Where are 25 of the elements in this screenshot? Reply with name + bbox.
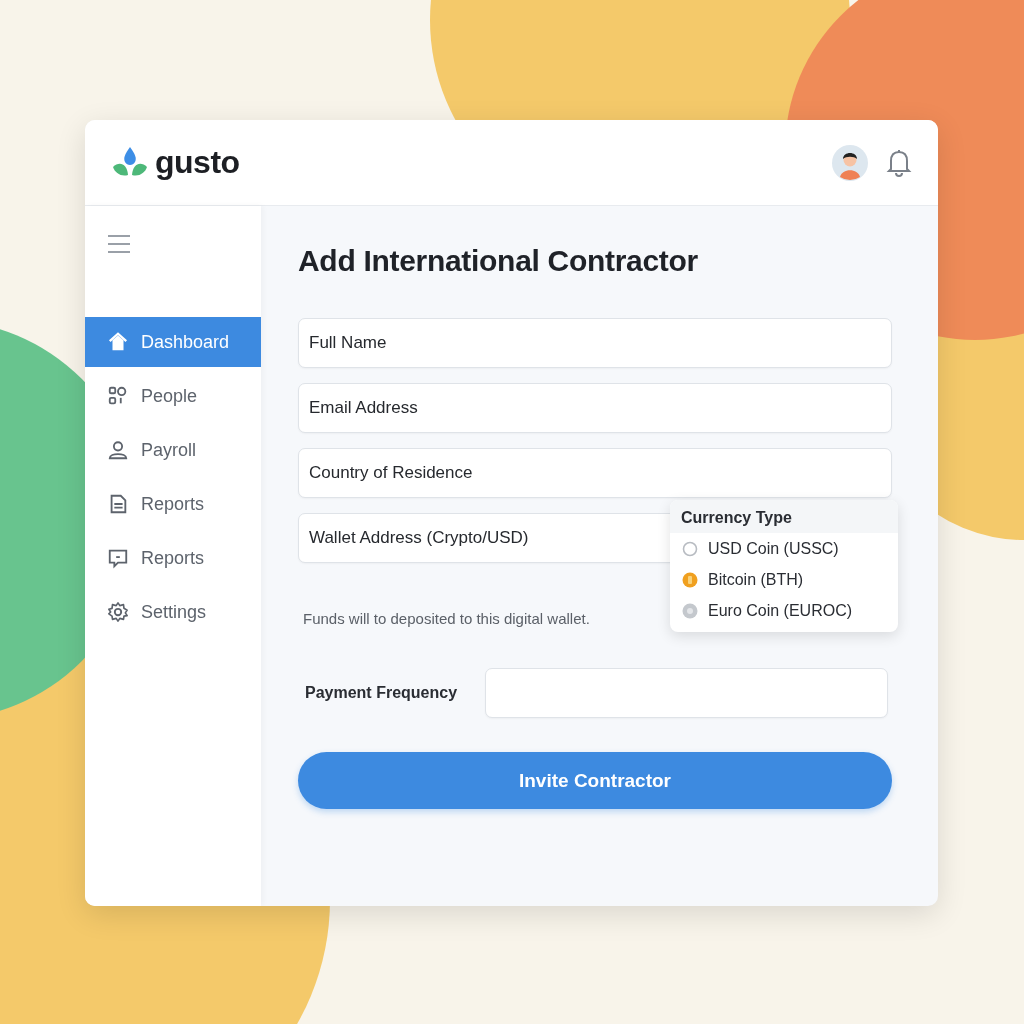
sidebar-item[interactable]: People [85, 371, 261, 421]
currency-option[interactable]: Euro Coin (EUROC) [670, 595, 898, 626]
sidebar-item[interactable]: Payroll [85, 425, 261, 475]
settings-icon [107, 601, 129, 623]
input-field[interactable]: Email Address [298, 383, 892, 433]
currency-option[interactable]: Bitcoin (BTH) [670, 564, 898, 595]
field-label: Payment Frequency [305, 684, 458, 702]
chat-icon [107, 547, 129, 569]
input-field[interactable]: Full Name [298, 318, 892, 368]
menu-title: Currency Type [670, 500, 898, 533]
sidebar-item[interactable]: Dashboard [85, 317, 261, 367]
sidebar-item[interactable]: Settings [85, 587, 261, 637]
person-icon [107, 439, 129, 461]
invite-button[interactable]: Invite Contractor [298, 752, 892, 809]
avatar-icon[interactable] [832, 144, 868, 181]
people-icon [107, 385, 129, 407]
input-field[interactable]: Country of Residence [298, 448, 892, 498]
bell-icon[interactable] [886, 148, 912, 177]
hint-text: Funds will to deposited to this digital wallet. [303, 610, 590, 627]
sidebar-item[interactable]: Reports [85, 533, 261, 583]
sidebar-item[interactable]: Reports [85, 479, 261, 529]
input-field[interactable] [485, 668, 889, 718]
page-title: Add International Contractor [298, 244, 699, 278]
brand-name: gusto [155, 144, 240, 181]
home-icon [107, 331, 129, 353]
